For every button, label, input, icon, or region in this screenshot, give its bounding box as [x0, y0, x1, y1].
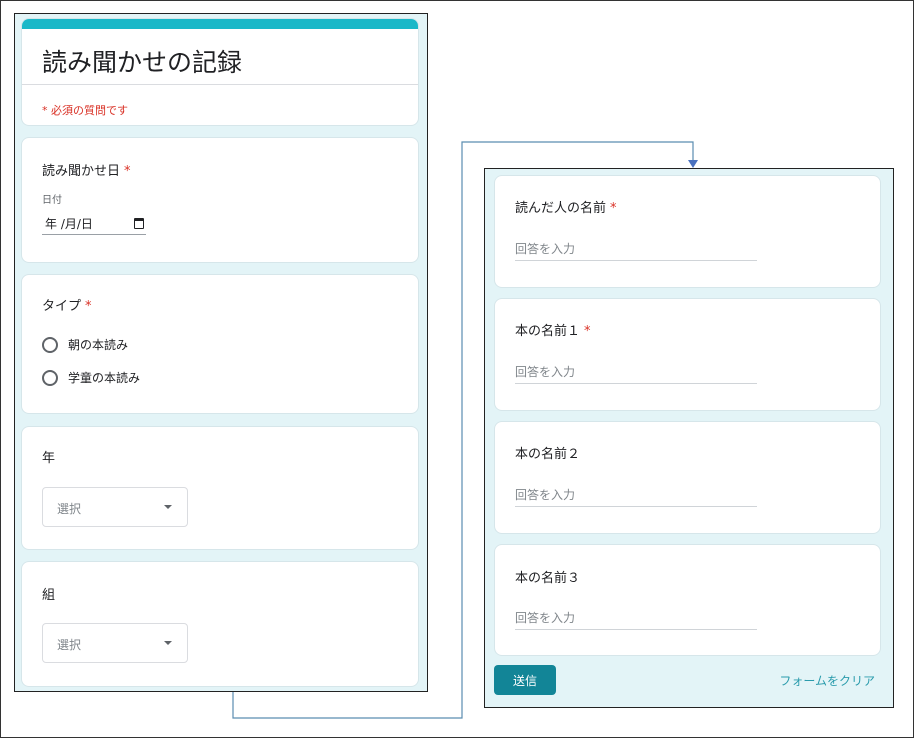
- dropdown-arrow-icon: [164, 641, 172, 645]
- radio-option-morning[interactable]: 朝の本読み: [42, 336, 128, 353]
- question-card-class: 組 選択: [21, 561, 419, 687]
- year-select[interactable]: 選択: [42, 487, 188, 527]
- book2-input[interactable]: 回答を入力: [515, 486, 757, 507]
- question-label-book3: 本の名前３: [515, 571, 581, 586]
- question-label-book1: 本の名前１ *: [515, 324, 591, 339]
- form-panel-page-1: 読み聞かせの記録 * 必須の質問です 読み聞かせ日 * 日付 年 /月/日 タイプ…: [14, 13, 428, 692]
- question-label-type: タイプ *: [42, 299, 92, 314]
- clear-form-link[interactable]: フォームをクリア: [779, 672, 875, 689]
- radio-option-afterschool[interactable]: 学童の本読み: [42, 369, 140, 386]
- radio-label: 朝の本読み: [68, 338, 129, 352]
- submit-button[interactable]: 送信: [494, 665, 556, 695]
- accent-bar: [22, 19, 418, 29]
- date-input[interactable]: 年 /月/日: [42, 213, 146, 235]
- dropdown-arrow-icon: [164, 505, 172, 509]
- question-card-reader: 読んだ人の名前 * 回答を入力: [494, 175, 881, 288]
- form-panel-page-2: 読んだ人の名前 * 回答を入力 本の名前１ * 回答を入力 本の名前２ 回答を入力 …: [484, 168, 894, 708]
- form-title-card: 読み聞かせの記録 * 必須の質問です: [21, 18, 419, 126]
- book3-input[interactable]: 回答を入力: [515, 609, 757, 630]
- class-select[interactable]: 選択: [42, 623, 188, 663]
- question-card-year: 年 選択: [21, 426, 419, 550]
- calendar-icon[interactable]: [134, 218, 144, 229]
- question-label-year: 年: [42, 451, 56, 466]
- question-card-book1: 本の名前１ * 回答を入力: [494, 298, 881, 411]
- reader-name-input[interactable]: 回答を入力: [515, 240, 757, 261]
- date-sub-label: 日付: [42, 195, 62, 206]
- radio-button[interactable]: [42, 336, 58, 353]
- question-label-book2: 本の名前２: [515, 447, 581, 462]
- form-title: 読み聞かせの記録: [42, 48, 243, 77]
- question-label-reader: 読んだ人の名前 *: [515, 201, 617, 216]
- question-card-book2: 本の名前２ 回答を入力: [494, 421, 881, 534]
- question-label-class: 組: [42, 588, 56, 603]
- question-label-date: 読み聞かせ日 *: [42, 164, 131, 179]
- title-divider: [22, 84, 418, 85]
- question-card-book3: 本の名前３ 回答を入力: [494, 544, 881, 656]
- radio-button[interactable]: [42, 369, 58, 386]
- date-input-value: 年 /月/日: [45, 217, 93, 231]
- question-card-date: 読み聞かせ日 * 日付 年 /月/日: [21, 137, 419, 263]
- question-card-type: タイプ * 朝の本読み 学童の本読み: [21, 274, 419, 414]
- class-select-placeholder: 選択: [57, 638, 82, 652]
- radio-label: 学童の本読み: [68, 371, 141, 385]
- required-note: * 必須の質問です: [42, 104, 128, 117]
- year-select-placeholder: 選択: [57, 502, 82, 516]
- book1-input[interactable]: 回答を入力: [515, 363, 757, 384]
